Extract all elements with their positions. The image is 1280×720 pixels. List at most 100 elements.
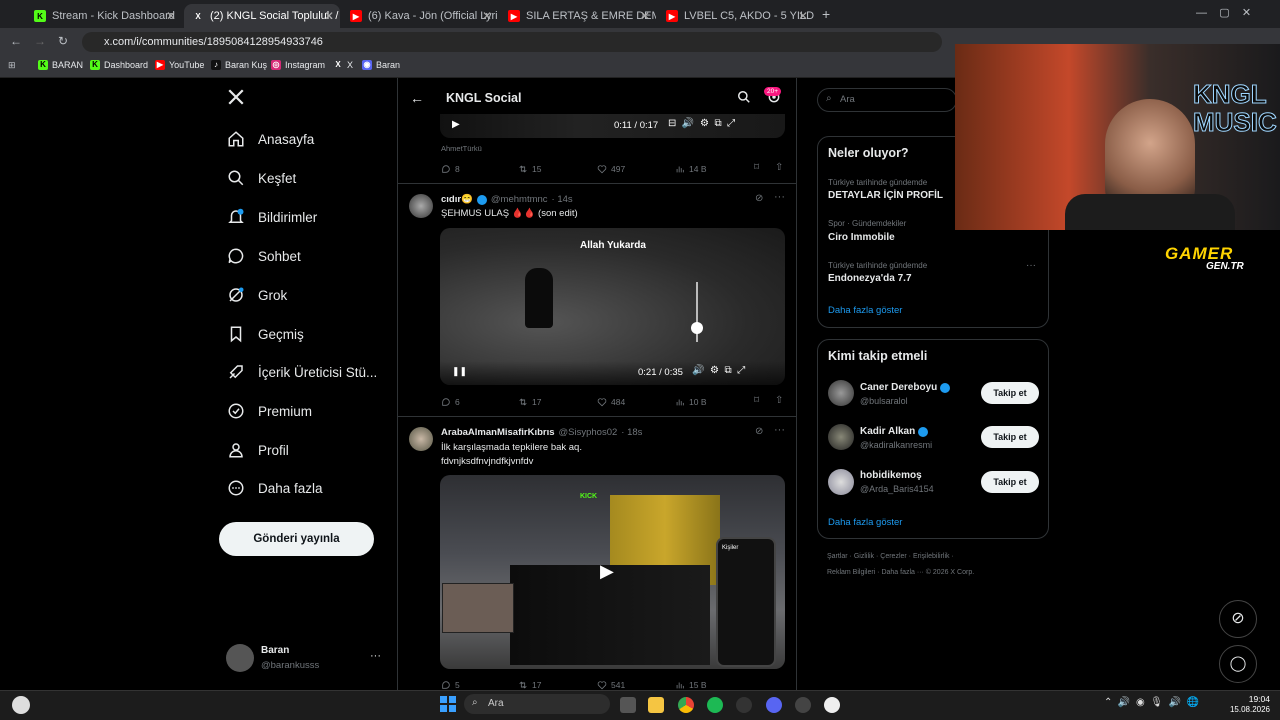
repost-button[interactable]: 15 xyxy=(518,164,541,174)
bookmark-icon[interactable]: ⌑ xyxy=(754,162,759,173)
sidebar-item-bookmarks[interactable]: Geçmiş xyxy=(227,322,304,346)
address-bar[interactable]: x.com/i/communities/1895084128954933746 xyxy=(82,32,942,52)
account-menu-icon[interactable]: ··· xyxy=(370,650,381,662)
grok-icon[interactable]: ⊘ xyxy=(755,193,763,204)
reload-icon[interactable]: ↻ xyxy=(58,34,68,48)
avatar[interactable] xyxy=(226,644,254,672)
volume-handle[interactable] xyxy=(691,322,703,334)
post-button[interactable]: Gönderi yayınla xyxy=(219,522,374,556)
views-button[interactable]: 14 B xyxy=(675,164,707,174)
video-controls[interactable]: ⊟ 🔊 ⚙ ⧉ ⤢ xyxy=(668,118,735,129)
forward-icon[interactable]: → xyxy=(34,34,46,48)
task-view-icon[interactable] xyxy=(620,697,636,713)
more-icon[interactable]: ··· xyxy=(1026,260,1036,271)
taskbar-search[interactable]: Ara xyxy=(464,694,610,714)
follow-button[interactable]: Takip et xyxy=(981,471,1039,493)
grok-icon[interactable]: ⊘ xyxy=(755,426,763,437)
back-icon[interactable]: ← xyxy=(10,34,22,48)
close-icon[interactable]: ✕ xyxy=(640,9,650,23)
play-icon[interactable]: ▶ xyxy=(600,561,614,582)
window-controls[interactable]: — ▢ ✕ xyxy=(1196,6,1251,19)
bookmark-item[interactable]: K Dashboard xyxy=(90,60,148,70)
chrome-icon[interactable] xyxy=(678,697,694,713)
trend-name[interactable]: Endonezya'da 7.7 xyxy=(828,273,912,284)
browser-tab-active[interactable]: X (2) KNGL Social Topluluk / X ✕ xyxy=(184,4,340,28)
more-icon[interactable]: ··· xyxy=(774,424,785,436)
reply-button[interactable]: 5 xyxy=(441,680,460,690)
app-icon[interactable] xyxy=(736,697,752,713)
spotify-icon[interactable] xyxy=(707,697,723,713)
browser-tab[interactable]: ▶ (6) Kava - Jön (Official Lyric Vid...✕ xyxy=(342,4,498,28)
apps-icon[interactable]: ⊞ xyxy=(8,60,16,71)
sidebar-item-more[interactable]: Daha fazla xyxy=(227,476,323,500)
like-button[interactable]: 497 xyxy=(597,164,625,174)
follow-button[interactable]: Takip et xyxy=(981,382,1039,404)
app-icon[interactable] xyxy=(795,697,811,713)
footer-links[interactable]: Reklam Bilgileri · Daha fazla ··· © 2026… xyxy=(827,569,974,576)
app-icon[interactable] xyxy=(824,697,840,713)
sidebar-item-explore[interactable]: Keşfet xyxy=(227,166,296,190)
post-video[interactable]: KICK Kişiler ▶ xyxy=(440,475,785,669)
discord-icon[interactable] xyxy=(766,697,782,713)
bookmark-item[interactable]: ▶ YouTube xyxy=(155,60,204,70)
x-logo-icon[interactable] xyxy=(227,88,245,111)
like-button[interactable]: 484 xyxy=(597,397,625,407)
close-icon[interactable]: ✕ xyxy=(324,9,334,23)
post-video[interactable]: Allah Yukarda xyxy=(440,228,785,385)
sidebar-item-creator-studio[interactable]: İçerik Üreticisi Stü... xyxy=(227,360,377,384)
suggested-user-name[interactable]: Caner Dereboyu xyxy=(860,382,951,393)
clock-date[interactable]: 15.08.2026 xyxy=(1220,705,1270,714)
author-handle[interactable]: @mehmtmnc xyxy=(491,194,548,205)
browser-tab[interactable]: K Stream - Kick Dashboard ✕ xyxy=(26,4,182,28)
reply-button[interactable]: 6 xyxy=(441,397,460,407)
suggested-user-name[interactable]: hobidikemoş xyxy=(860,470,922,481)
windows-start-icon[interactable] xyxy=(440,696,456,717)
sidebar-item-grok[interactable]: Grok xyxy=(227,283,287,307)
sidebar-item-notifications[interactable]: Bildirimler xyxy=(227,205,317,229)
follow-button[interactable]: Takip et xyxy=(981,426,1039,448)
repost-button[interactable]: 17 xyxy=(518,680,541,690)
play-icon[interactable]: ▶ xyxy=(452,119,460,130)
close-icon[interactable]: ✕ xyxy=(166,9,176,23)
views-button[interactable]: 15 B xyxy=(675,680,707,690)
bookmark-item[interactable]: K BARAN xyxy=(38,60,83,70)
search-icon[interactable] xyxy=(737,90,751,109)
timeline[interactable]: ← KNGL Social 20+ ▶ 0:11 / 0:17 ⊟ 🔊 ⚙ ⧉ … xyxy=(397,78,797,690)
video-controls[interactable]: 🔊 ⚙ ⧉ ⤢ xyxy=(692,365,745,376)
trend-name[interactable]: Ciro Immobile xyxy=(828,232,895,243)
bookmark-item[interactable]: XX xyxy=(333,60,353,70)
clock-time[interactable]: 19:04 xyxy=(1238,694,1270,704)
pause-icon[interactable]: ❚❚ xyxy=(452,366,467,377)
author-handle[interactable]: @Sisyphos02 xyxy=(559,427,618,438)
browser-tab[interactable]: ▶ LVBEL C5, AKDO - 5 YILDIZ - Yo...✕ xyxy=(658,4,814,28)
avatar[interactable] xyxy=(409,194,433,218)
repost-button[interactable]: 17 xyxy=(518,397,541,407)
avatar[interactable] xyxy=(828,380,854,406)
bookmark-item[interactable]: ◉ Baran xyxy=(362,60,400,70)
close-icon[interactable]: ✕ xyxy=(482,9,492,23)
avatar[interactable] xyxy=(828,424,854,450)
file-explorer-icon[interactable] xyxy=(648,697,664,713)
chat-floating-icon[interactable]: ◯ xyxy=(1219,645,1257,683)
sidebar-item-home[interactable]: Anasayfa xyxy=(227,127,314,151)
sidebar-item-chat[interactable]: Sohbet xyxy=(227,244,301,268)
bookmark-icon[interactable]: ⌑ xyxy=(754,395,759,406)
trend-name[interactable]: DETAYLAR İÇİN PROFİL xyxy=(828,190,943,201)
author-name[interactable]: cıdır😁 xyxy=(441,194,473,205)
reply-button[interactable]: 8 xyxy=(441,164,460,174)
avatar[interactable] xyxy=(828,469,854,495)
suggested-user-name[interactable]: Kadir Alkan xyxy=(860,426,929,437)
author-name[interactable]: ArabaAlmanMisafirKıbrıs xyxy=(441,427,555,438)
search-input[interactable]: Ara xyxy=(817,88,957,112)
close-icon[interactable]: ✕ xyxy=(798,9,808,23)
footer-links[interactable]: Şartlar · Gizlilik · Çerezler · Erişileb… xyxy=(827,553,954,560)
more-icon[interactable]: ··· xyxy=(774,191,785,203)
bookmark-item[interactable]: ♪ Baran Kuş xyxy=(211,60,267,70)
new-tab-button[interactable]: + xyxy=(822,6,830,22)
like-button[interactable]: 541 xyxy=(597,680,625,690)
system-tray-icons[interactable]: ⌃ 🔊 ◉ 🎙 🔊 🌐 xyxy=(1104,697,1199,708)
grok-floating-icon[interactable]: ⊘ xyxy=(1219,600,1257,638)
share-icon[interactable]: ⇧ xyxy=(775,162,783,173)
avatar[interactable] xyxy=(409,427,433,451)
back-arrow-icon[interactable]: ← xyxy=(410,90,424,106)
